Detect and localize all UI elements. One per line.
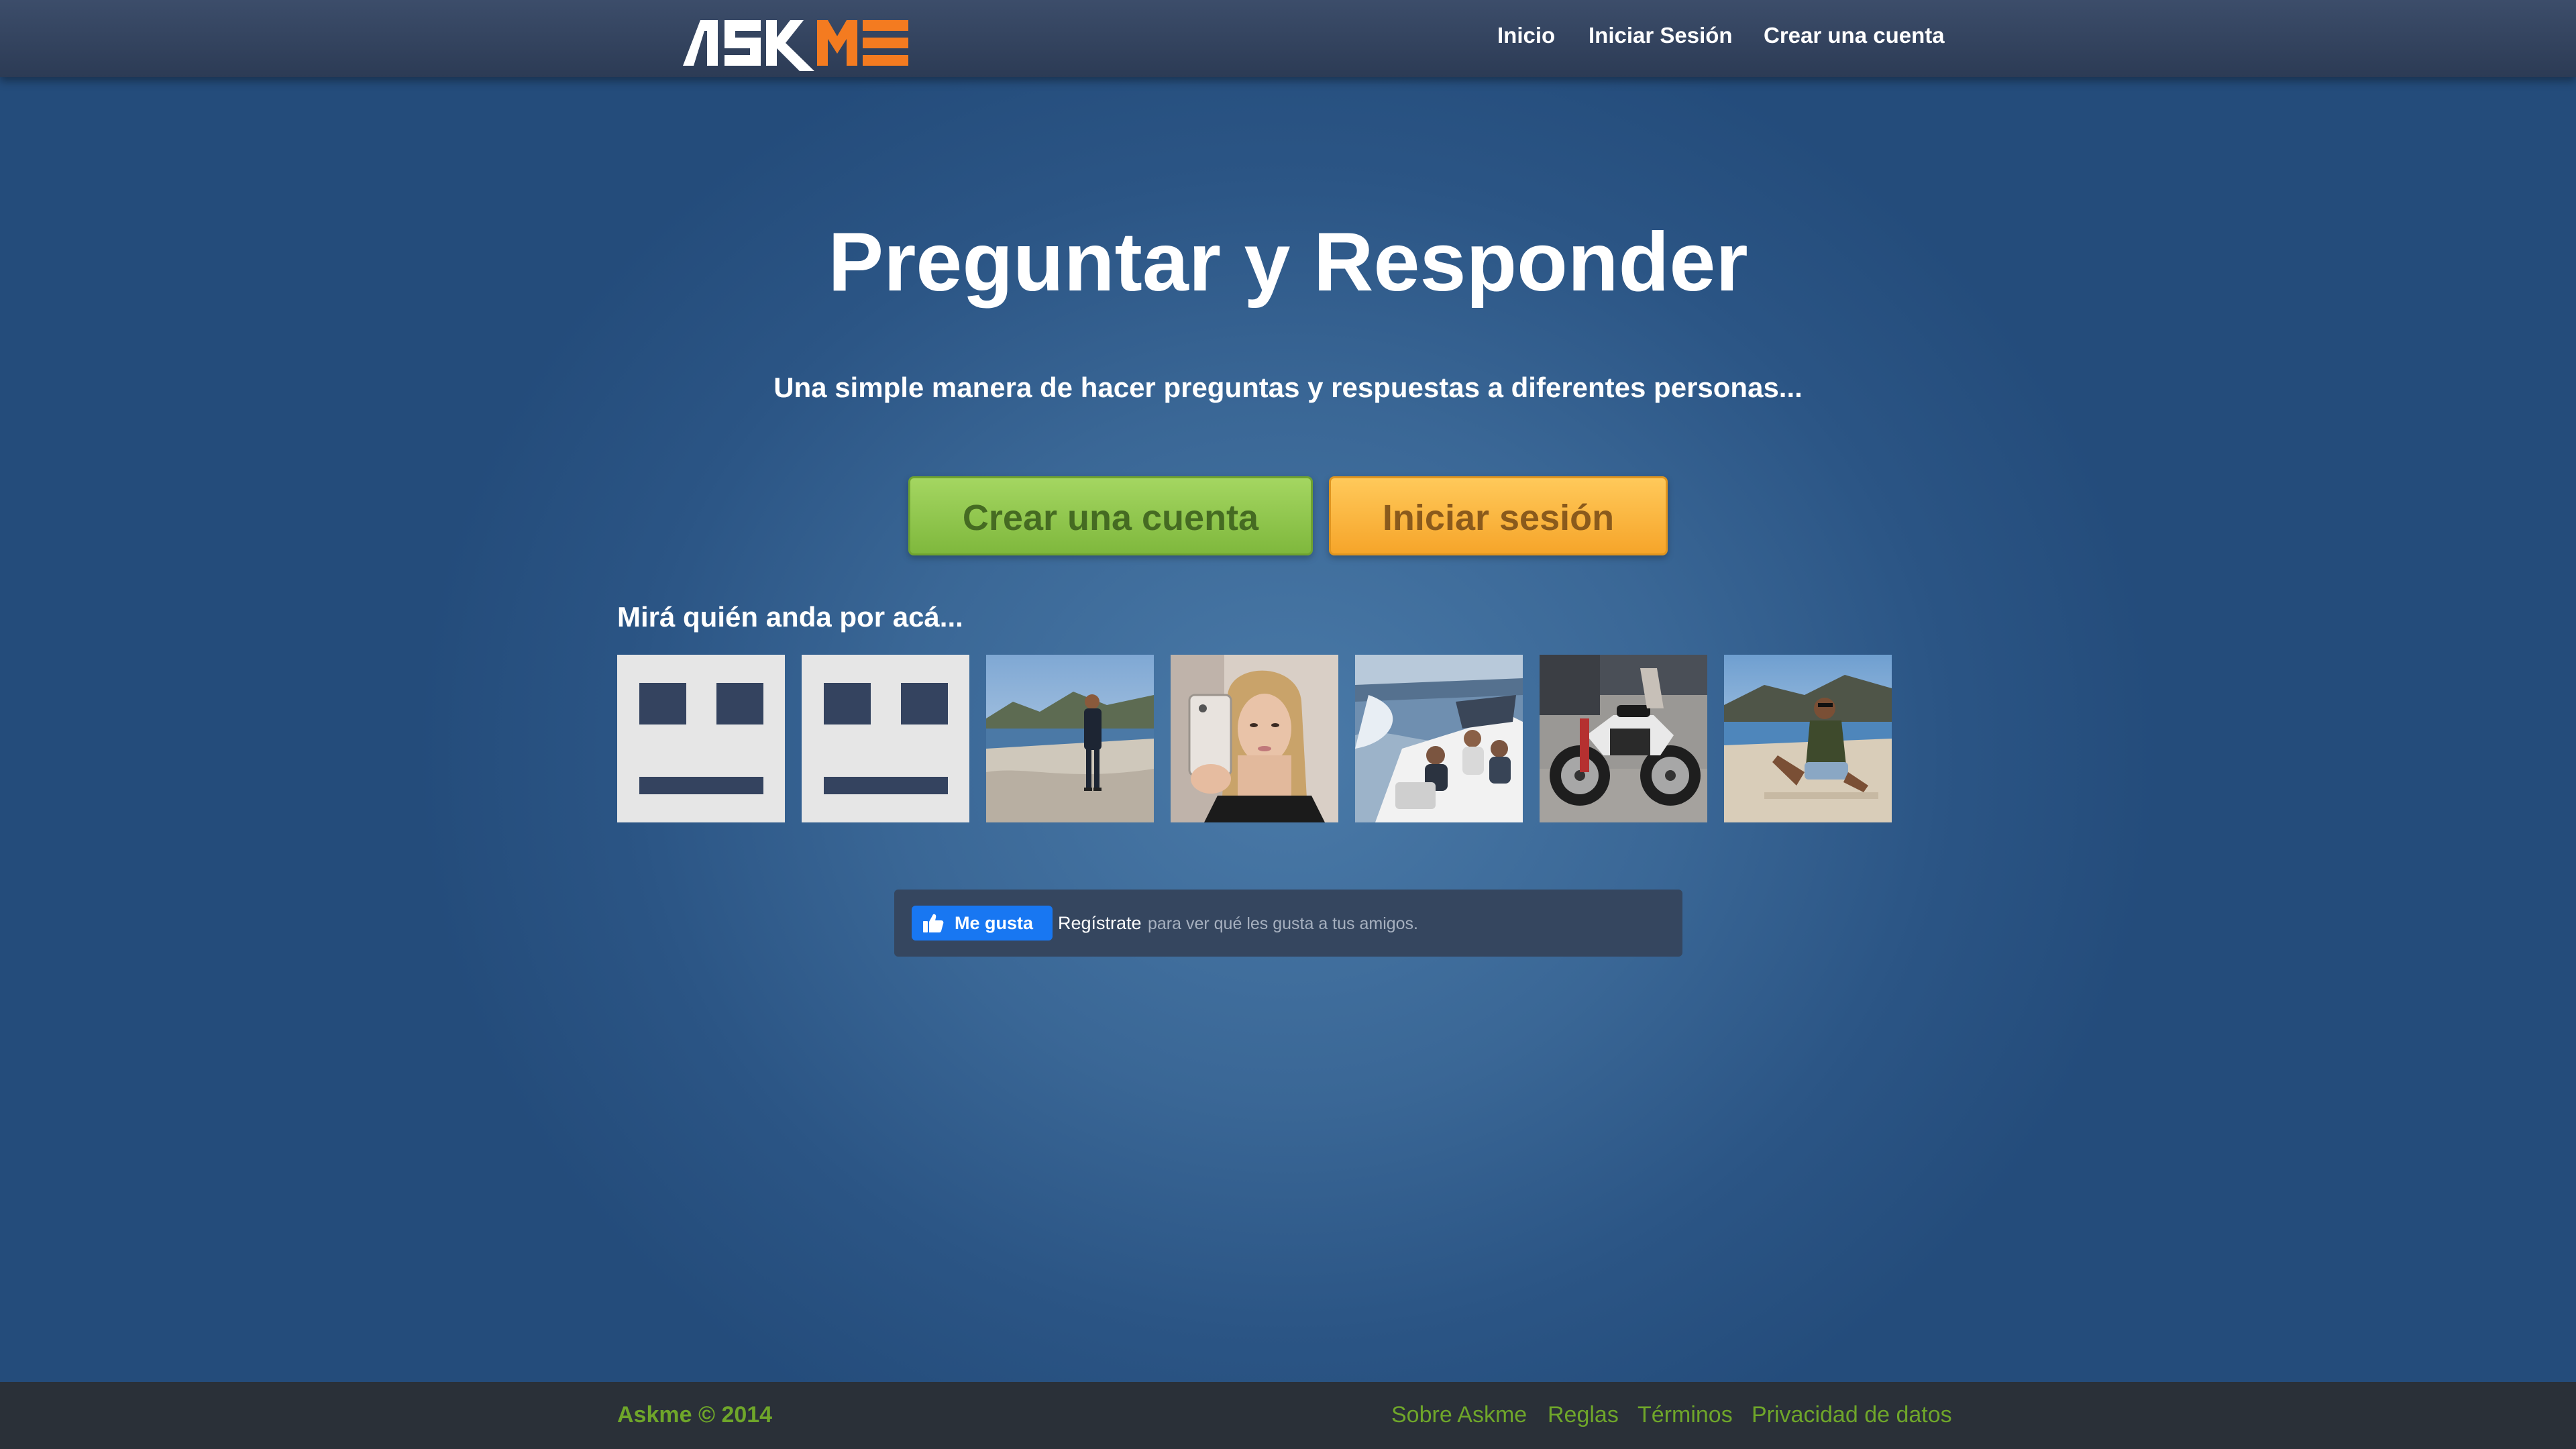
photo-man-sitting-on-beach [1724, 655, 1892, 822]
askme-logo[interactable] [683, 15, 911, 71]
users-heading: Mirá quién anda por acá... [617, 601, 963, 633]
facebook-signup-link[interactable]: Regístrate [1058, 913, 1142, 934]
user-avatar-photo[interactable] [1171, 655, 1338, 822]
facebook-like-label: Me gusta [955, 913, 1034, 933]
user-avatar-photo[interactable] [1355, 655, 1523, 822]
nav-home[interactable]: Inicio [1497, 23, 1555, 48]
hero-subtitle: Una simple manera de hacer preguntas y r… [773, 372, 1803, 403]
user-avatar-photo[interactable] [1724, 655, 1892, 822]
login-button[interactable]: Iniciar sesión [1329, 476, 1668, 555]
facebook-like-box: Me gusta Regístrate para ver qué les gus… [894, 890, 1682, 957]
hero-title: Preguntar y Responder [828, 216, 1748, 309]
nav-register[interactable]: Crear una cuenta [1764, 23, 1945, 48]
facebook-like-button[interactable]: Me gusta [912, 906, 1053, 941]
photo-motorcycle [1540, 655, 1707, 822]
photo-woman-selfie [1171, 655, 1338, 822]
photo-man-on-beach [986, 655, 1154, 822]
user-avatar-photo[interactable] [1540, 655, 1707, 822]
footer-copyright: Askme © 2014 [617, 1402, 773, 1428]
user-avatar-photo[interactable] [986, 655, 1154, 822]
default-avatar-icon [802, 655, 969, 822]
footer-link-terms[interactable]: Términos [1638, 1402, 1733, 1428]
photo-people-on-boat [1355, 655, 1523, 822]
nav-login[interactable]: Iniciar Sesión [1589, 23, 1733, 48]
facebook-like-text: para ver qué les gusta a tus amigos. [1148, 914, 1419, 933]
create-account-button[interactable]: Crear una cuenta [908, 476, 1313, 555]
user-avatar-default[interactable] [802, 655, 969, 822]
askme-logo-icon [683, 20, 908, 71]
default-avatar-icon [617, 655, 785, 822]
footer-link-rules[interactable]: Reglas [1548, 1402, 1619, 1428]
top-navbar: Inicio Iniciar Sesión Crear una cuenta [0, 0, 2576, 77]
footer-link-about[interactable]: Sobre Askme [1391, 1402, 1527, 1428]
thumbs-up-icon [923, 914, 944, 932]
footer-link-privacy[interactable]: Privacidad de datos [1752, 1402, 1952, 1428]
footer: Askme © 2014 Sobre Askme Reglas Términos… [0, 1382, 2576, 1449]
user-avatar-default[interactable] [617, 655, 785, 822]
